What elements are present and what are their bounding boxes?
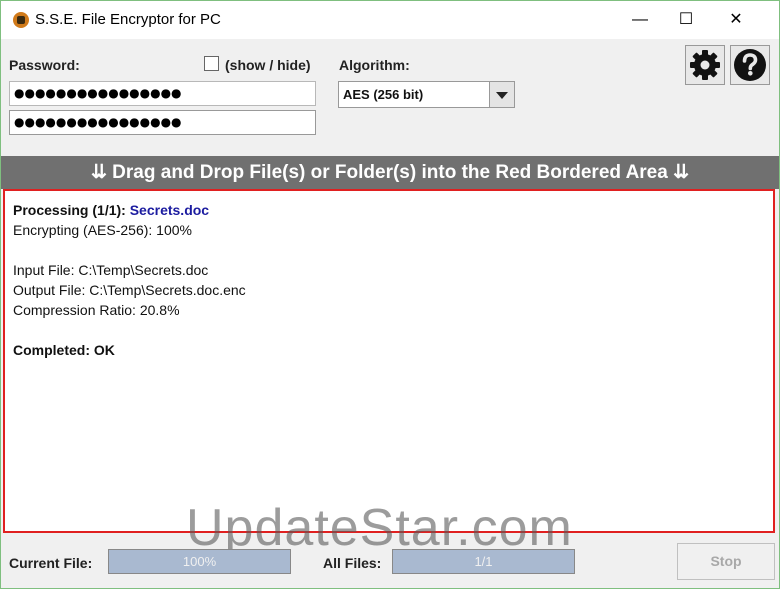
stop-button[interactable]: Stop	[677, 543, 775, 580]
algorithm-select[interactable]: AES (256 bit)	[338, 81, 515, 108]
algorithm-label: Algorithm:	[339, 57, 410, 73]
algorithm-selected-value: AES (256 bit)	[343, 87, 424, 102]
processing-file-name: Secrets.doc	[129, 202, 210, 218]
log-spacer	[13, 240, 765, 260]
drop-area[interactable]: Processing (1/1): Secrets.doc Encrypting…	[3, 189, 775, 533]
log-output-file-line: Output File: C:\Temp\Secrets.doc.enc	[13, 282, 246, 298]
window-title: S.S.E. File Encryptor for PC	[35, 11, 221, 28]
gear-icon	[690, 50, 720, 80]
all-files-progress: 1/1	[392, 549, 575, 574]
chevron-down-icon[interactable]	[489, 82, 514, 107]
log-compression-line: Compression Ratio: 20.8%	[13, 302, 180, 318]
maximize-button[interactable]: ☐	[663, 1, 709, 39]
title-bar: S.S.E. File Encryptor for PC — ☐ ✕	[1, 1, 779, 39]
log-encrypting-line: Encrypting (AES-256): 100%	[13, 222, 192, 238]
log-spacer	[13, 320, 765, 340]
help-button[interactable]	[730, 45, 770, 85]
log-input-file-line: Input File: C:\Temp\Secrets.doc	[13, 262, 209, 278]
drop-instructions-bar: ⇊ Drag and Drop File(s) or Folder(s) int…	[1, 156, 779, 189]
all-files-label: All Files:	[323, 555, 382, 571]
question-icon	[734, 49, 766, 81]
all-files-progress-text: 1/1	[474, 554, 493, 569]
current-file-progress: 100%	[108, 549, 291, 574]
close-button[interactable]: ✕	[713, 1, 759, 39]
app-window: S.S.E. File Encryptor for PC — ☐ ✕ Passw…	[0, 0, 780, 589]
current-file-progress-text: 100%	[182, 554, 217, 569]
show-hide-label[interactable]: (show / hide)	[225, 57, 311, 73]
log-completed-line: Completed: OK	[13, 342, 115, 358]
password-input[interactable]: ●●●●●●●●●●●●●●●●	[9, 81, 316, 106]
log-processing-line: Processing (1/1): Secrets.doc	[13, 200, 765, 220]
password-label: Password:	[9, 57, 80, 73]
settings-button[interactable]	[685, 45, 725, 85]
current-file-label: Current File:	[9, 555, 93, 571]
minimize-button[interactable]: —	[617, 1, 663, 39]
password-confirm-input[interactable]: ●●●●●●●●●●●●●●●●	[9, 110, 316, 135]
show-hide-checkbox[interactable]	[204, 56, 219, 71]
processing-label: Processing (1/1):	[13, 202, 126, 218]
app-icon	[13, 12, 29, 28]
